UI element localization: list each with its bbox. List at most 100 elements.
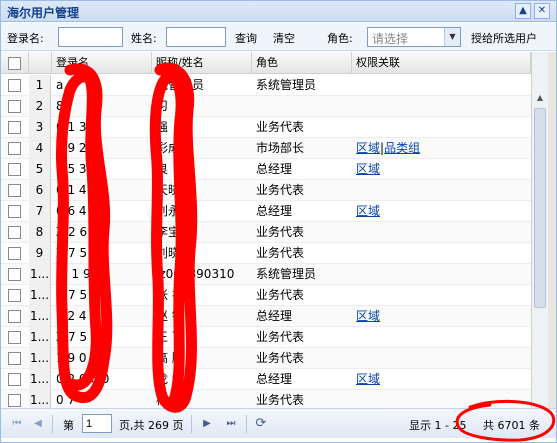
table-row[interactable]: 7 0 6 4 8 刘永彬 总经理 区域 bbox=[1, 201, 531, 222]
table-row[interactable]: 4 0 9 2 9 彩成 市场部长 区域|品类组 bbox=[1, 138, 531, 159]
table-row[interactable]: 1... 0 7 杨 业务代表 bbox=[1, 390, 531, 408]
prev-page-icon[interactable]: ◀ bbox=[30, 416, 46, 432]
pagination-bar: ⏮ ◀ 第 页,共 269 页 ▶ ⏭ ⟳ 显示 1 - 25 共 6701 条 bbox=[1, 408, 556, 438]
cell-role: 总经理 bbox=[256, 162, 293, 176]
row-number-header bbox=[29, 52, 52, 74]
cell-permissions bbox=[352, 96, 531, 117]
cell-login: m 1 9 9 bbox=[56, 267, 103, 281]
row-checkbox[interactable] bbox=[8, 226, 21, 239]
row-checkbox[interactable] bbox=[8, 373, 21, 386]
cell-role: 业务代表 bbox=[256, 225, 305, 239]
role-select[interactable]: 请选择 ▼ bbox=[367, 27, 461, 47]
refresh-icon[interactable]: ⟳ bbox=[253, 416, 269, 432]
table-row[interactable]: 1... m 1 9 9 lz008890310 系统管理员 bbox=[1, 264, 531, 285]
row-checkbox[interactable] bbox=[8, 289, 21, 302]
permission-link[interactable]: 区域 bbox=[356, 141, 380, 155]
table-row[interactable]: 1 a n 统管理员 系统管理员 bbox=[1, 75, 531, 96]
name-input[interactable] bbox=[166, 27, 226, 47]
row-checkbox-cell bbox=[1, 327, 29, 348]
cell-login: Z 7 5 7 bbox=[56, 330, 99, 344]
column-header-login[interactable]: 登录名 bbox=[52, 52, 152, 74]
cell-role bbox=[252, 96, 352, 117]
row-checkbox[interactable] bbox=[8, 184, 21, 197]
row-number: 1... bbox=[29, 348, 51, 369]
row-checkbox-cell bbox=[1, 75, 29, 96]
grant-button[interactable]: 授给所选用户 bbox=[471, 30, 537, 46]
close-button[interactable]: ✕ bbox=[534, 3, 550, 19]
row-checkbox[interactable] bbox=[8, 310, 21, 323]
pager-separator bbox=[191, 415, 192, 433]
cell-nick: 习 bbox=[156, 99, 169, 113]
collapse-button[interactable]: ▲ bbox=[515, 3, 531, 19]
cell-permissions: 区域 bbox=[352, 306, 531, 327]
select-all-checkbox[interactable] bbox=[8, 56, 21, 70]
chevron-down-icon[interactable]: ▼ bbox=[444, 28, 460, 46]
permission-link[interactable]: 区域 bbox=[356, 372, 380, 386]
row-checkbox[interactable] bbox=[8, 352, 21, 365]
row-checkbox[interactable] bbox=[8, 205, 21, 218]
next-page-icon[interactable]: ▶ bbox=[199, 416, 215, 432]
name-label: 姓名: bbox=[131, 32, 157, 45]
table-row[interactable]: 9 Z 7 5 7 刘晓明 业务代表 bbox=[1, 243, 531, 264]
table-row[interactable]: 3 0 1 3 7 强 业务代表 bbox=[1, 117, 531, 138]
total-count: 共 6701 条 bbox=[483, 419, 540, 432]
cell-permissions: 区域 bbox=[352, 201, 531, 222]
login-input[interactable] bbox=[58, 27, 123, 47]
cell-nick: 刘永彬 bbox=[156, 204, 193, 218]
table-row[interactable]: 1... 1 9 0 1 高 鹏 业务代表 bbox=[1, 348, 531, 369]
row-checkbox[interactable] bbox=[8, 247, 21, 260]
table-row[interactable]: 1... Z 7 5 7 4 张 礼 业务代表 bbox=[1, 285, 531, 306]
cell-nick: 杨 bbox=[156, 393, 169, 407]
vertical-scrollbar[interactable]: ▲ bbox=[531, 52, 548, 408]
table-row[interactable]: 8 Z 2 6 4 李宝民 业务代表 bbox=[1, 222, 531, 243]
cell-login: 0 5 3 bbox=[56, 162, 87, 176]
page-input[interactable] bbox=[82, 414, 112, 433]
table-row[interactable]: 6 0 1 4 7 天晓明 业务代表 bbox=[1, 180, 531, 201]
row-checkbox[interactable] bbox=[8, 142, 21, 155]
cell-role: 总经理 bbox=[256, 309, 293, 323]
column-header-role[interactable]: 角色 bbox=[252, 52, 352, 74]
permission-link[interactable]: 品类组 bbox=[384, 141, 420, 155]
column-header-nick[interactable]: 昵称/姓名 bbox=[152, 52, 252, 74]
page-suffix: 页,共 269 页 bbox=[119, 419, 184, 432]
row-checkbox-cell bbox=[1, 201, 29, 222]
permission-link[interactable]: 区域 bbox=[356, 204, 380, 218]
row-number: 1... bbox=[29, 390, 51, 408]
row-checkbox-cell bbox=[1, 96, 29, 117]
role-label: 角色: bbox=[327, 32, 353, 45]
permission-link[interactable]: 区域 bbox=[356, 162, 380, 176]
row-checkbox[interactable] bbox=[8, 121, 21, 134]
row-checkbox[interactable] bbox=[8, 100, 21, 113]
cell-role: 业务代表 bbox=[256, 246, 305, 260]
grid-body: 1a n 统管理员 系统管理员 2 8习30 1 3 7 强业务代表 4 0 9 2 9 彩成… bbox=[1, 75, 531, 408]
query-button[interactable]: 查询 bbox=[235, 30, 257, 46]
scroll-up-icon[interactable]: ▲ bbox=[532, 90, 548, 106]
table-row[interactable]: 2 8 习 bbox=[1, 96, 531, 117]
last-page-icon[interactable]: ⏭ bbox=[223, 416, 239, 432]
permission-link[interactable]: 区域 bbox=[356, 309, 380, 323]
scroll-thumb[interactable] bbox=[534, 108, 546, 308]
column-header-perm[interactable]: 权限关联 bbox=[352, 52, 531, 74]
cell-nick: 强 bbox=[156, 120, 169, 134]
table-row[interactable]: 1... 1 2 4 赵 锋 总经理 区域 bbox=[1, 306, 531, 327]
row-checkbox-cell bbox=[1, 222, 29, 243]
pager-separator bbox=[52, 415, 53, 433]
close-icon: ✕ bbox=[537, 5, 547, 16]
row-number: 1... bbox=[29, 306, 51, 327]
clear-button[interactable]: 清空 bbox=[273, 30, 295, 46]
table-row[interactable]: 1... Z 7 5 7 王 飞 业务代表 bbox=[1, 327, 531, 348]
row-checkbox[interactable] bbox=[8, 331, 21, 344]
row-checkbox-cell bbox=[1, 306, 29, 327]
cell-nick: 高 鹏 bbox=[156, 351, 184, 365]
cell-permissions bbox=[352, 327, 531, 348]
row-checkbox[interactable] bbox=[8, 268, 21, 281]
row-checkbox[interactable] bbox=[8, 163, 21, 176]
row-checkbox[interactable] bbox=[8, 394, 21, 407]
row-checkbox-cell bbox=[1, 348, 29, 369]
table-row[interactable]: 5 0 5 3 良 总经理 区域 bbox=[1, 159, 531, 180]
row-number: 5 bbox=[29, 159, 51, 180]
table-row[interactable]: 1... 0 2 0 6 0 龙 林 总经理 区域 bbox=[1, 369, 531, 390]
row-checkbox[interactable] bbox=[8, 79, 21, 92]
first-page-icon[interactable]: ⏮ bbox=[9, 416, 25, 432]
cell-role: 系统管理员 bbox=[256, 267, 317, 281]
